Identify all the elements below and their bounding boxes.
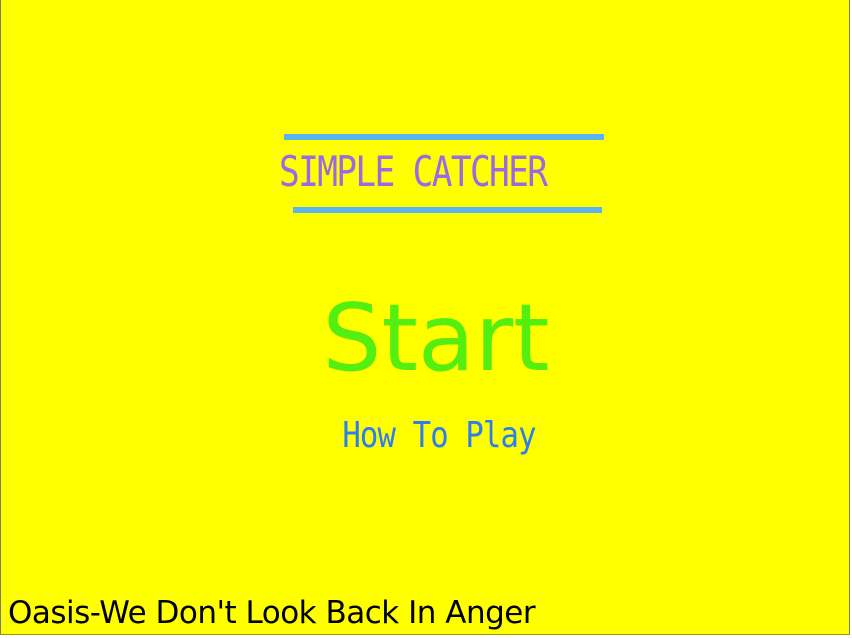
game-screen: SIMPLE CATCHER Start How To Play Oasis-W…	[0, 0, 850, 635]
game-title: SIMPLE CATCHER	[279, 147, 548, 196]
title-bottom-bar	[293, 207, 602, 213]
start-button[interactable]: Start	[301, 288, 571, 388]
now-playing-song: Oasis-We Don't Look Back In Anger	[8, 595, 536, 631]
title-top-bar	[284, 134, 604, 140]
how-to-play-button[interactable]: How To Play	[337, 414, 541, 458]
